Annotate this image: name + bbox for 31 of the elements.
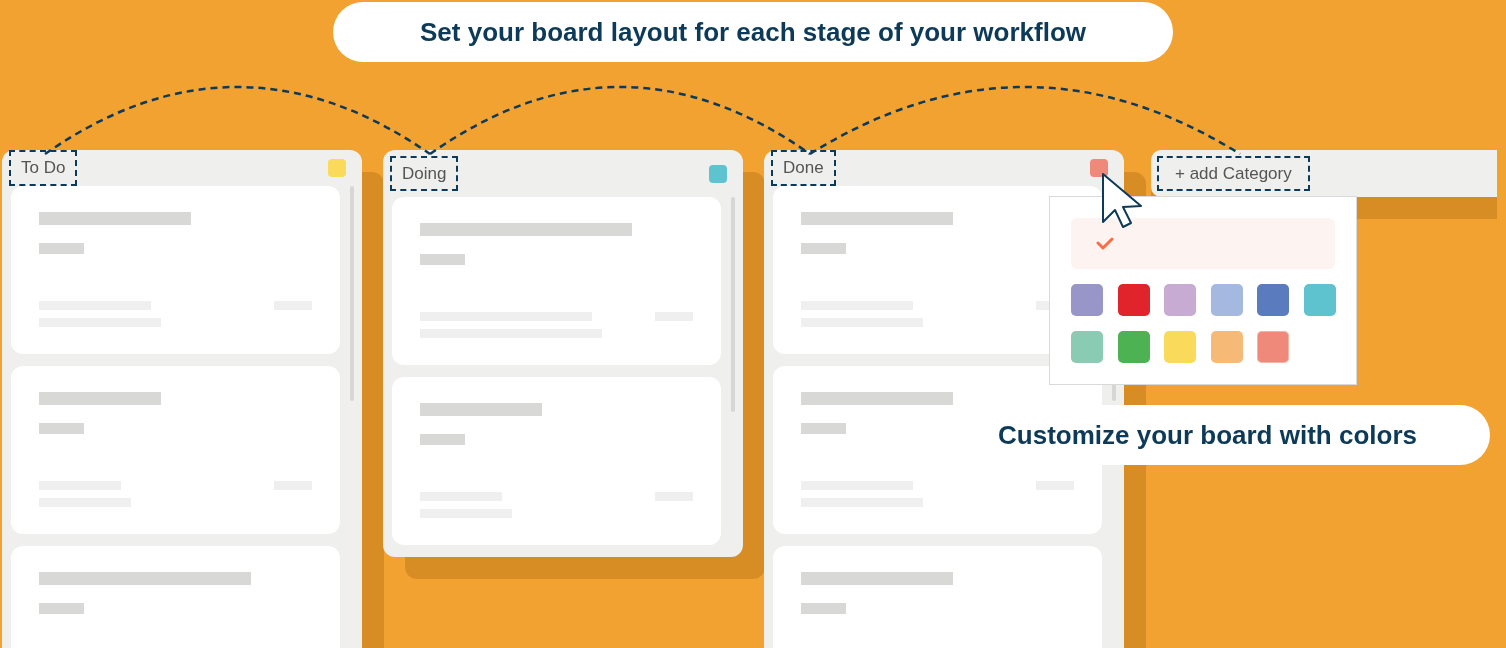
tag-placeholder xyxy=(39,422,84,434)
tag-placeholder xyxy=(420,434,465,445)
tag-placeholder xyxy=(39,602,84,614)
color-tag-button[interactable] xyxy=(328,158,346,177)
color-swatch[interactable] xyxy=(1117,284,1150,316)
color-swatch[interactable] xyxy=(1071,284,1103,316)
color-swatch[interactable] xyxy=(1210,284,1243,316)
color-swatch[interactable] xyxy=(1257,284,1289,316)
tag-placeholder xyxy=(420,254,465,265)
tag-placeholder xyxy=(39,242,84,254)
check-icon xyxy=(1096,237,1114,250)
color-swatch[interactable] xyxy=(1117,331,1150,363)
color-swatch[interactable] xyxy=(1210,331,1243,363)
callout-text: Customize your board with colors xyxy=(998,418,1417,452)
task-card[interactable] xyxy=(392,377,721,545)
task-card[interactable] xyxy=(11,185,340,354)
column-title: Doing xyxy=(390,155,459,192)
task-card[interactable] xyxy=(392,197,721,365)
color-swatch[interactable] xyxy=(1303,284,1336,316)
tag-placeholder xyxy=(801,602,846,614)
color-tag-button[interactable] xyxy=(709,164,727,183)
callout-text: Set your board layout for each stage of your workflow xyxy=(420,15,1086,49)
tag-placeholder xyxy=(801,242,846,254)
color-swatch[interactable] xyxy=(1257,331,1289,363)
task-card[interactable] xyxy=(11,365,340,534)
color-swatch[interactable] xyxy=(1164,331,1196,363)
tag-placeholder xyxy=(801,422,846,434)
color-swatch[interactable] xyxy=(1164,284,1196,316)
add-category-button[interactable]: + add Category xyxy=(1151,150,1497,197)
color-swatch[interactable] xyxy=(1071,331,1103,363)
color-tag-button[interactable] xyxy=(1090,158,1108,177)
